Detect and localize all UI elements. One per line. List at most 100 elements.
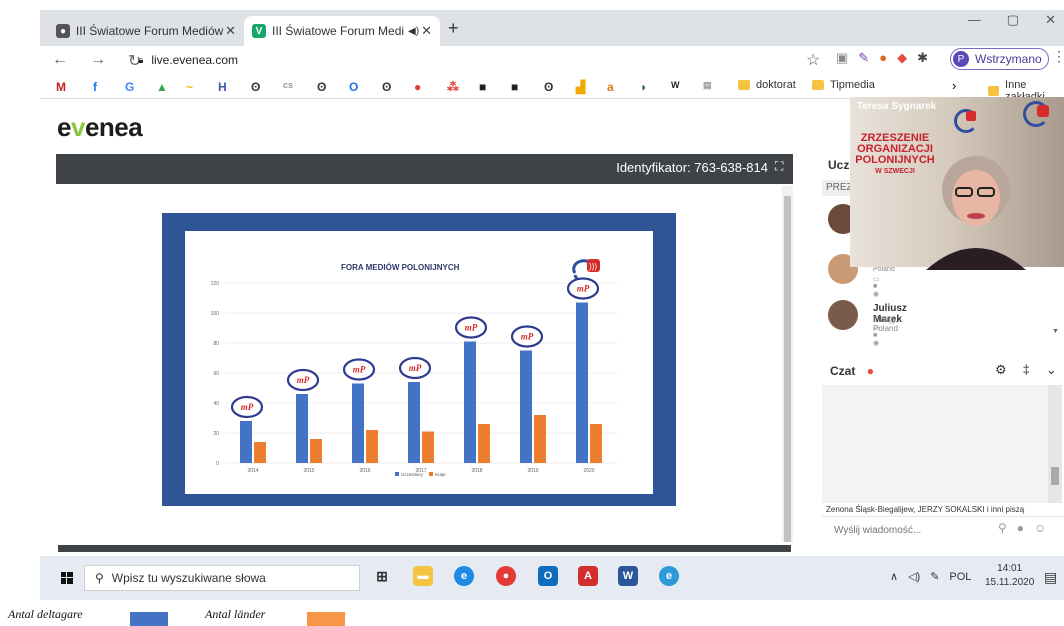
scrollbar-thumb[interactable] [1051,467,1059,485]
bookmark-icon[interactable]: ▤ [703,80,712,91]
logo-accent: v [70,112,85,142]
chevron-down-icon[interactable]: ⌄ [1046,362,1057,378]
avatar [828,300,858,330]
drive-icon[interactable]: ▲ [156,80,168,94]
evenea-logo[interactable]: evenea [57,112,143,143]
clock-time: 14:01 [997,563,1023,574]
bookmark-star-icon[interactable]: ☆ [806,50,820,70]
close-tab-icon[interactable]: ✕ [225,23,236,39]
x-tick-label: 2016 [359,468,370,474]
taskbar-clock[interactable]: 14:01 15.11.2020 [985,562,1034,590]
bookmark-icon[interactable]: ● [414,80,421,94]
taskbar-search[interactable]: ⚲ Wpisz tu wyszukiwane słowa [84,565,360,591]
chevron-right-icon[interactable]: › [952,78,956,93]
bookmark-icon[interactable]: ʘ [317,80,326,94]
mp-badge-text: mP [577,284,590,294]
pen-icon[interactable]: ✎ [858,50,869,66]
profile-button[interactable]: P Wstrzymano [950,48,1049,70]
bar-participants [576,302,588,463]
extension-icon[interactable]: ● [879,50,887,66]
search-placeholder: Wpisz tu wyszukiwane słowa [111,571,266,585]
emoji-icon[interactable]: ☺ [1034,521,1046,535]
tab-forum-2[interactable]: V III Światowe Forum Mediów I ◀) ✕ [244,16,440,46]
google-icon[interactable]: G [125,80,134,94]
bookmark-icon[interactable]: cs [283,80,293,90]
bookmark-h-icon[interactable]: H [218,80,227,94]
bar-participants [408,382,420,463]
legend-label-countries: Antal länder [205,607,266,621]
language-indicator[interactable]: POL [949,571,971,583]
close-tab-icon[interactable]: ✕ [421,23,432,39]
bookmark-icon[interactable]: ⁂ [447,80,459,94]
notification-icon[interactable]: ▤ [1044,569,1057,586]
extension-icon[interactable]: ▣ [836,50,848,66]
task-view-icon[interactable]: ⊞ [372,566,392,586]
bookmark-icon[interactable]: ◗ [640,80,647,94]
restore-button[interactable]: ▢ [1007,12,1019,28]
outlook-icon[interactable]: O [538,566,558,586]
url-text: live.evenea.com [151,53,239,67]
chrome-icon[interactable]: ● [496,566,516,586]
chat-message-input[interactable] [832,524,986,537]
pen-icon[interactable]: ✎ [930,570,939,583]
chat-scrollbar[interactable] [1048,385,1062,503]
scrollbar-thumb[interactable] [784,196,791,542]
new-tab-button[interactable]: + [448,18,459,39]
bookmark-icon[interactable]: ■ [511,80,518,94]
mp-badge-text: mP [409,363,422,373]
edge-icon[interactable]: e [659,566,679,586]
x-tick-label: 2014 [247,468,258,474]
bookmark-folder-doktorat[interactable]: doktorat [738,79,796,91]
windows-start-icon[interactable] [61,572,73,584]
facebook-icon[interactable]: f [93,80,97,94]
folder-icon [812,80,824,90]
bookmark-icon[interactable]: ʘ [382,80,391,94]
x-tick-label: 2019 [527,468,538,474]
bookmark-icon[interactable]: ~ [186,80,193,94]
bookmark-folder-tipmedia[interactable]: Tipmedia [812,79,875,91]
audio-playing-icon[interactable]: ◀) [408,26,419,37]
pin-icon[interactable]: ‡ [1023,362,1030,378]
chat-controls: ⚙ ‡ ⌄ [995,362,1057,378]
bookmark-icon[interactable]: ▟ [576,80,585,94]
volume-icon[interactable]: ◁) [908,570,920,583]
legend-swatch-countries [307,612,345,626]
scroll-down-icon[interactable]: ▼ [1052,328,1059,335]
bar-countries [478,424,490,463]
back-arrow-icon[interactable]: ← [52,51,68,71]
chat-emoji-icon: ● [866,364,874,378]
internet-explorer-icon[interactable]: e [454,566,474,586]
minimize-button[interactable]: — [968,12,981,28]
legend-label-participants: Antal deltagare [8,607,83,621]
bookmark-icon[interactable]: ʘ [251,80,260,94]
close-window-button[interactable]: ✕ [1045,12,1056,28]
gmail-icon[interactable]: M [56,80,66,94]
gear-icon[interactable]: ⚙ [995,362,1007,378]
acrobat-icon[interactable]: A [578,566,598,586]
menu-dots-icon[interactable]: ⋮ [1052,48,1064,65]
speaker-figure [926,156,1026,270]
bookmark-icon[interactable]: O [349,80,358,94]
amazon-icon[interactable]: a [607,80,614,94]
forward-arrow-icon[interactable]: → [90,51,106,71]
extension-icon[interactable]: ◆ [897,50,907,66]
tab-forum-1[interactable]: ● III Światowe Forum Mediów Polo ✕ [48,16,244,46]
bookmark-icon[interactable]: ʘ [544,80,553,94]
system-tray: ∧ ◁) ✎ POL [890,570,971,584]
extensions-bar: ▣ ✎ ● ◆ ✱ [836,50,928,66]
address-bar[interactable]: 🔒︎ live.evenea.com [138,53,238,67]
bar-countries [366,430,378,463]
bookmark-icon[interactable]: W [671,80,680,90]
file-explorer-icon[interactable]: ▬ [413,566,433,586]
bookmark-icon[interactable]: ■ [479,80,486,94]
attach-icon[interactable]: ⚲ [998,521,1007,535]
chevron-up-icon[interactable]: ∧ [890,570,898,583]
y-tick-label: 100 [211,311,220,317]
word-icon[interactable]: W [618,566,638,586]
fullscreen-icon[interactable]: ⛶ [775,159,783,174]
puzzle-icon[interactable]: ✱ [917,50,928,66]
bar-countries [310,439,322,463]
legend-swatch [395,472,399,476]
microphone-icon[interactable]: ● [1017,521,1024,535]
bar-countries [422,431,434,463]
